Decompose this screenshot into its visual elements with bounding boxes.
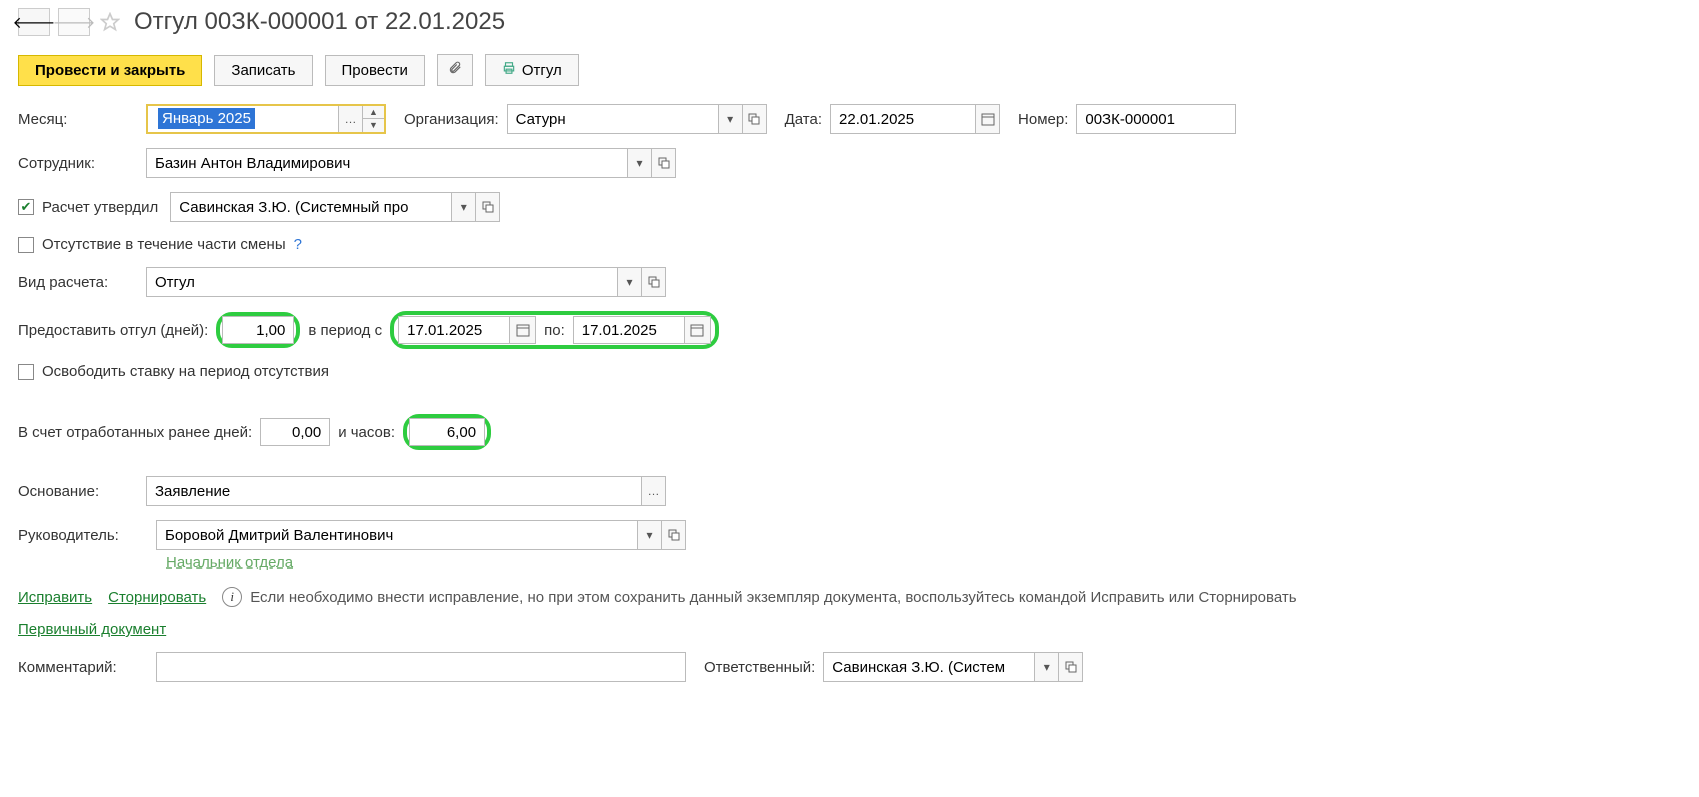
basis-field[interactable]: … xyxy=(146,476,666,506)
employee-dropdown-button[interactable]: ▾ xyxy=(627,149,651,177)
comment-label: Комментарий: xyxy=(18,659,148,676)
basis-ellipsis-button[interactable]: … xyxy=(641,477,665,505)
responsible-field[interactable]: ▾ xyxy=(823,652,1083,682)
org-open-button[interactable] xyxy=(742,105,766,133)
org-field[interactable]: ▾ xyxy=(507,104,767,134)
fix-link[interactable]: Исправить xyxy=(18,589,92,606)
attach-button[interactable] xyxy=(437,54,473,86)
printer-icon xyxy=(502,61,516,79)
manager-dropdown-button[interactable]: ▾ xyxy=(637,521,661,549)
and-hours-label: и часов: xyxy=(338,424,395,441)
print-button[interactable]: Отгул xyxy=(485,54,579,86)
month-spinner[interactable]: ▲▼ xyxy=(362,106,384,132)
comment-input[interactable] xyxy=(157,653,685,681)
employee-label: Сотрудник: xyxy=(18,155,138,172)
calctype-input[interactable] xyxy=(147,268,617,296)
post-and-close-button[interactable]: Провести и закрыть xyxy=(18,55,202,86)
storno-link[interactable]: Сторнировать xyxy=(108,589,206,606)
approved-by-field[interactable]: ▾ xyxy=(170,192,500,222)
info-icon: i xyxy=(222,587,242,607)
days-highlight xyxy=(216,312,300,348)
employee-open-button[interactable] xyxy=(651,149,675,177)
partshift-label: Отсутствие в течение части смены xyxy=(42,236,286,253)
manager-input[interactable] xyxy=(157,521,637,549)
date-from-field[interactable] xyxy=(398,316,536,344)
help-icon[interactable]: ? xyxy=(294,236,302,253)
earned-hours-input[interactable] xyxy=(409,418,485,446)
org-dropdown-button[interactable]: ▾ xyxy=(718,105,742,133)
save-button[interactable]: Записать xyxy=(214,55,312,86)
calctype-label: Вид расчета: xyxy=(18,274,138,291)
approved-label: Расчет утвердил xyxy=(42,199,158,216)
primary-doc-link[interactable]: Первичный документ xyxy=(18,621,166,638)
date-to-calendar-button[interactable] xyxy=(684,317,710,343)
period-to-label: по: xyxy=(544,322,565,339)
release-checkbox[interactable] xyxy=(18,364,34,380)
date-from-calendar-button[interactable] xyxy=(509,317,535,343)
manager-open-button[interactable] xyxy=(661,521,685,549)
number-field[interactable] xyxy=(1076,104,1236,134)
favorite-icon[interactable] xyxy=(98,10,122,34)
number-input[interactable] xyxy=(1077,105,1235,133)
partshift-checkbox[interactable] xyxy=(18,237,34,253)
basis-input[interactable] xyxy=(147,477,641,505)
number-label: Номер: xyxy=(1018,111,1068,128)
paperclip-icon xyxy=(448,61,462,79)
back-button[interactable]: 🡐 xyxy=(18,8,50,36)
date-calendar-button[interactable] xyxy=(975,105,999,133)
post-button[interactable]: Провести xyxy=(325,55,425,86)
period-from-label: в период с xyxy=(308,322,382,339)
approved-open-button[interactable] xyxy=(475,193,499,221)
date-to-field[interactable] xyxy=(573,316,711,344)
responsible-dropdown-button[interactable]: ▾ xyxy=(1034,653,1058,681)
org-label: Организация: xyxy=(404,111,499,128)
earned-days-input[interactable] xyxy=(260,418,330,446)
page-title: Отгул 00ЗК-000001 от 22.01.2025 xyxy=(134,8,505,36)
days-label: Предоставить отгул (дней): xyxy=(18,322,208,339)
calctype-open-button[interactable] xyxy=(641,268,665,296)
date-field[interactable] xyxy=(830,104,1000,134)
info-text: Если необходимо внести исправление, но п… xyxy=(250,589,1296,606)
responsible-open-button[interactable] xyxy=(1058,653,1082,681)
employee-field[interactable]: ▾ xyxy=(146,148,676,178)
manager-field[interactable]: ▾ xyxy=(156,520,686,550)
month-label: Месяц: xyxy=(18,111,138,128)
employee-input[interactable] xyxy=(147,149,627,177)
approved-by-input[interactable] xyxy=(171,193,451,221)
month-ellipsis-button[interactable]: … xyxy=(338,106,362,132)
responsible-label: Ответственный: xyxy=(704,659,815,676)
days-input[interactable] xyxy=(222,316,294,344)
month-field[interactable]: Январь 2025 … ▲▼ xyxy=(146,104,386,134)
release-label: Освободить ставку на период отсутствия xyxy=(42,363,329,380)
month-value: Январь 2025 xyxy=(158,108,255,129)
date-label: Дата: xyxy=(785,111,822,128)
date-input[interactable] xyxy=(831,105,975,133)
basis-label: Основание: xyxy=(18,483,138,500)
responsible-input[interactable] xyxy=(824,653,1034,681)
print-label: Отгул xyxy=(522,62,562,79)
manager-label: Руководитель: xyxy=(18,527,148,544)
comment-field[interactable] xyxy=(156,652,686,682)
approved-checkbox[interactable]: ✔ xyxy=(18,199,34,215)
manager-role-link[interactable]: Начальник отдела xyxy=(166,554,293,571)
date-to-input[interactable] xyxy=(574,317,684,343)
approved-dropdown-button[interactable]: ▾ xyxy=(451,193,475,221)
period-highlight: по: xyxy=(390,311,719,349)
org-input[interactable] xyxy=(508,105,718,133)
calctype-field[interactable]: ▾ xyxy=(146,267,666,297)
date-from-input[interactable] xyxy=(399,317,509,343)
hours-highlight xyxy=(403,414,491,450)
calctype-dropdown-button[interactable]: ▾ xyxy=(617,268,641,296)
earned-days-label: В счет отработанных ранее дней: xyxy=(18,424,252,441)
forward-button[interactable]: 🡒 xyxy=(58,8,90,36)
